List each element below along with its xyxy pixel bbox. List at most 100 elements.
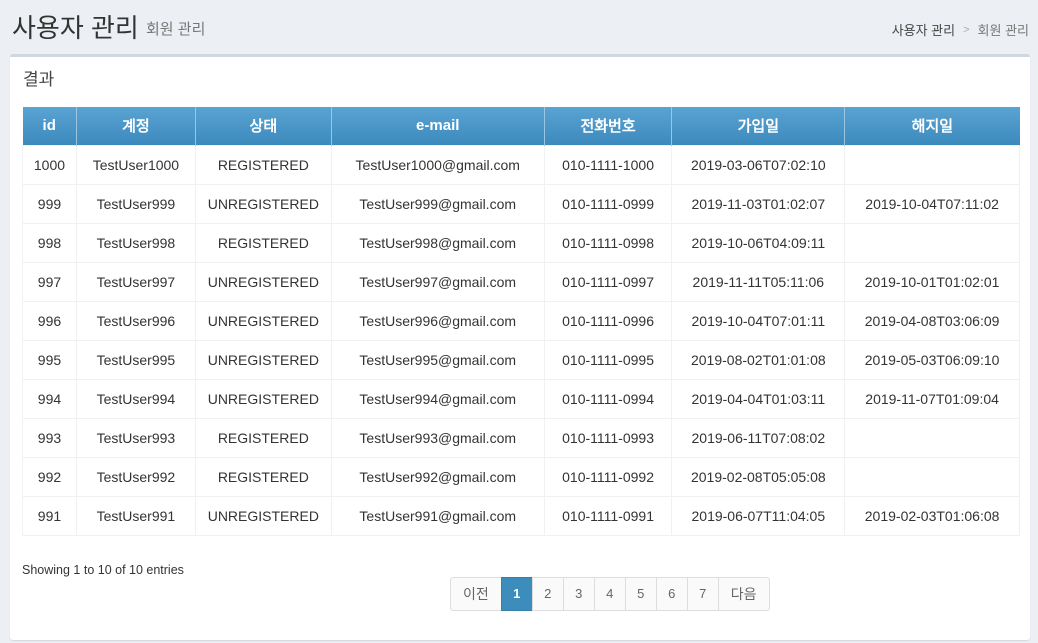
cell-email: TestUser991@gmail.com (330, 495, 545, 536)
pagination-next-button[interactable]: 다음 (717, 577, 770, 611)
table-row[interactable]: 998 TestUser998 REGISTERED TestUser998@gmai… (22, 222, 1020, 263)
cell-id: 996 (22, 300, 77, 341)
cell-email: TestUser992@gmail.com (330, 456, 545, 497)
cell-join-date: 2019-11-03T01:02:07 (671, 183, 846, 224)
cell-id: 991 (22, 495, 77, 536)
cell-join-date: 2019-11-11T05:11:06 (671, 261, 846, 302)
cell-account: TestUser998 (75, 222, 196, 263)
cell-join-date: 2019-08-02T01:01:08 (671, 339, 846, 380)
cell-account: TestUser995 (75, 339, 196, 380)
column-header-id[interactable]: id (22, 107, 77, 145)
pagination-page-2[interactable]: 2 (531, 577, 564, 611)
cell-join-date: 2019-10-06T04:09:11 (671, 222, 846, 263)
column-header-status[interactable]: 상태 (195, 107, 332, 145)
content-header: 사용자 관리 회원 관리 사용자 관리 > 회원 관리 (0, 0, 1038, 54)
result-box: 결과 id 계정 상태 e-mail 전화번호 가입일 해지일 1000 Test… (10, 54, 1030, 640)
cell-account: TestUser992 (75, 456, 196, 497)
cell-account: TestUser993 (75, 417, 196, 458)
cell-account: TestUser991 (75, 495, 196, 536)
pagination-page-7[interactable]: 7 (686, 577, 719, 611)
page-title: 사용자 관리 (12, 13, 139, 43)
cell-email: TestUser994@gmail.com (330, 378, 545, 419)
cell-status: REGISTERED (194, 144, 332, 185)
cell-id: 1000 (22, 144, 77, 185)
cell-status: REGISTERED (194, 417, 332, 458)
cell-phone: 010-1111-0993 (543, 417, 673, 458)
breadcrumb-item-member-management: 회원 관리 (977, 23, 1029, 38)
cell-status: UNREGISTERED (194, 300, 332, 341)
cell-status: UNREGISTERED (194, 378, 332, 419)
cell-cancel-date: 2019-10-01T01:02:01 (844, 261, 1020, 302)
cell-account: TestUser994 (75, 378, 196, 419)
cell-status: UNREGISTERED (194, 183, 332, 224)
cell-join-date: 2019-10-04T07:01:11 (671, 300, 846, 341)
cell-phone: 010-1111-0997 (543, 261, 673, 302)
entries-info: Showing 1 to 10 of 10 entries (22, 563, 184, 577)
table-row[interactable]: 995 TestUser995 UNREGISTERED TestUser995@gm… (22, 339, 1020, 380)
table-row[interactable]: 992 TestUser992 REGISTERED TestUser992@gmai… (22, 456, 1020, 497)
page-subtitle: 회원 관리 (146, 21, 206, 38)
cell-phone: 010-1111-1000 (543, 144, 673, 185)
users-table: id 계정 상태 e-mail 전화번호 가입일 해지일 1000 TestUse… (22, 107, 1020, 536)
column-header-phone[interactable]: 전화번호 (544, 107, 673, 145)
breadcrumb-item-user-management[interactable]: 사용자 관리 (892, 20, 955, 39)
table-row[interactable]: 993 TestUser993 REGISTERED TestUser993@gmai… (22, 417, 1020, 458)
cell-cancel-date: 2019-11-07T01:09:04 (844, 378, 1020, 419)
cell-cancel-date: 2019-02-03T01:06:08 (844, 495, 1020, 536)
cell-id: 994 (22, 378, 77, 419)
pagination-page-4[interactable]: 4 (593, 577, 626, 611)
cell-account: TestUser1000 (75, 144, 196, 185)
pagination-page-5[interactable]: 5 (624, 577, 657, 611)
cell-phone: 010-1111-0995 (543, 339, 673, 380)
cell-id: 995 (22, 339, 77, 380)
cell-status: UNREGISTERED (194, 261, 332, 302)
cell-email: TestUser998@gmail.com (330, 222, 545, 263)
column-header-cancel-date[interactable]: 해지일 (844, 107, 1020, 145)
cell-phone: 010-1111-0991 (543, 495, 673, 536)
cell-phone: 010-1111-0994 (543, 378, 673, 419)
cell-cancel-date (844, 144, 1020, 185)
cell-join-date: 2019-06-07T11:04:05 (671, 495, 846, 536)
cell-status: UNREGISTERED (194, 339, 332, 380)
cell-email: TestUser995@gmail.com (330, 339, 545, 380)
pagination-page-1[interactable]: 1 (500, 577, 533, 611)
pagination: 이전 1 2 3 4 5 6 7 다음 (450, 577, 770, 611)
cell-cancel-date: 2019-05-03T06:09:10 (844, 339, 1020, 380)
cell-phone: 010-1111-0992 (543, 456, 673, 497)
cell-email: TestUser996@gmail.com (330, 300, 545, 341)
table-row[interactable]: 991 TestUser991 UNREGISTERED TestUser991@gm… (22, 495, 1020, 536)
cell-account: TestUser996 (75, 300, 196, 341)
cell-cancel-date (844, 456, 1020, 497)
cell-cancel-date (844, 222, 1020, 263)
column-header-email[interactable]: e-mail (331, 107, 545, 145)
pagination-page-3[interactable]: 3 (562, 577, 595, 611)
cell-phone: 010-1111-0996 (543, 300, 673, 341)
cell-email: TestUser997@gmail.com (330, 261, 545, 302)
column-header-join-date[interactable]: 가입일 (671, 107, 846, 145)
cell-id: 993 (22, 417, 77, 458)
cell-id: 992 (22, 456, 77, 497)
cell-join-date: 2019-06-11T07:08:02 (671, 417, 846, 458)
cell-email: TestUser993@gmail.com (330, 417, 545, 458)
cell-join-date: 2019-02-08T05:05:08 (671, 456, 846, 497)
cell-cancel-date (844, 417, 1020, 458)
cell-id: 998 (22, 222, 77, 263)
table-row[interactable]: 997 TestUser997 UNREGISTERED TestUser997@gm… (22, 261, 1020, 302)
table-row[interactable]: 1000 TestUser1000 REGISTERED TestUser1000@g… (22, 144, 1020, 185)
pagination-page-6[interactable]: 6 (655, 577, 688, 611)
cell-id: 997 (22, 261, 77, 302)
pagination-prev-button[interactable]: 이전 (450, 577, 502, 611)
cell-email: TestUser999@gmail.com (330, 183, 545, 224)
breadcrumb-separator: > (963, 23, 970, 36)
cell-status: REGISTERED (194, 456, 332, 497)
table-row[interactable]: 996 TestUser996 UNREGISTERED TestUser996@gm… (22, 300, 1020, 341)
table-row[interactable]: 999 TestUser999 UNREGISTERED TestUser999@gm… (22, 183, 1020, 224)
cell-cancel-date: 2019-04-08T03:06:09 (844, 300, 1020, 341)
cell-cancel-date: 2019-10-04T07:11:02 (844, 183, 1020, 224)
box-title: 결과 (23, 70, 55, 89)
cell-phone: 010-1111-0999 (543, 183, 673, 224)
table-row[interactable]: 994 TestUser994 UNREGISTERED TestUser994@gm… (22, 378, 1020, 419)
column-header-account[interactable]: 계정 (76, 107, 196, 145)
cell-id: 999 (22, 183, 77, 224)
table-header-row: id 계정 상태 e-mail 전화번호 가입일 해지일 (22, 107, 1020, 145)
